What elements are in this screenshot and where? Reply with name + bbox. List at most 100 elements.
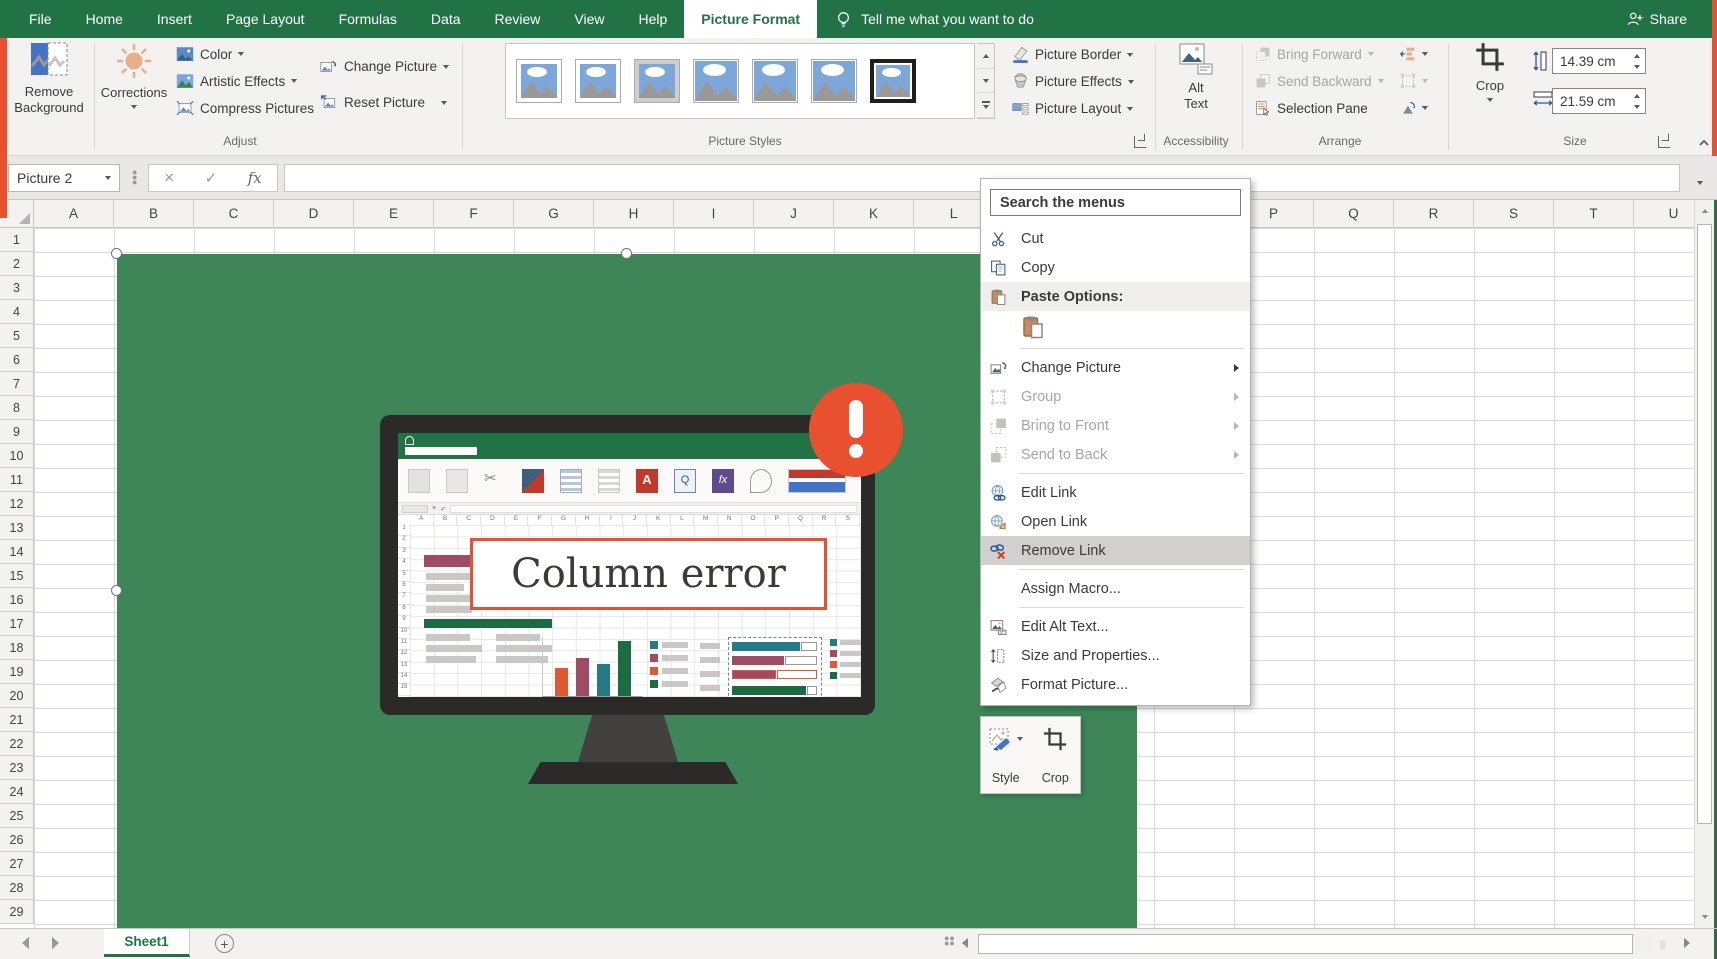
menu-item-copy[interactable]: Copy xyxy=(981,253,1250,282)
shape-height-input[interactable]: 14.39 cm xyxy=(1552,48,1646,74)
row-header-4[interactable]: 4 xyxy=(0,300,34,324)
row-header-16[interactable]: 16 xyxy=(0,588,34,612)
ribbon-tab-help[interactable]: Help xyxy=(622,0,685,38)
paste-option-keep-source-button[interactable] xyxy=(981,311,1250,344)
tab-splitter-gripper[interactable]: ●●●● xyxy=(944,936,955,946)
row-header-21[interactable]: 21 xyxy=(0,708,34,732)
ribbon-tab-page-layout[interactable]: Page Layout xyxy=(209,0,322,38)
row-header-22[interactable]: 22 xyxy=(0,732,34,756)
column-header-A[interactable]: A xyxy=(34,200,114,228)
menu-item-paste-options[interactable]: Paste Options: xyxy=(981,282,1250,311)
collapse-ribbon-button[interactable] xyxy=(1698,134,1710,148)
prev-sheet-button[interactable] xyxy=(22,937,29,949)
column-header-R[interactable]: R xyxy=(1394,200,1474,228)
horizontal-scrollbar-thumb[interactable] xyxy=(978,934,1633,954)
row-header-9[interactable]: 9 xyxy=(0,420,34,444)
alt-text-button[interactable]: Alt Text xyxy=(1168,42,1224,113)
ribbon-tab-insert[interactable]: Insert xyxy=(140,0,209,38)
row-header-29[interactable]: 29 xyxy=(0,900,34,924)
picture-border-button[interactable]: Picture Border xyxy=(1012,46,1133,63)
column-header-F[interactable]: F xyxy=(434,200,514,228)
row-header-15[interactable]: 15 xyxy=(0,564,34,588)
artistic-effects-button[interactable]: Artistic Effects xyxy=(176,73,297,89)
gallery-down-button[interactable] xyxy=(977,69,994,94)
row-header-17[interactable]: 17 xyxy=(0,612,34,636)
selection-handle-top-left[interactable] xyxy=(111,248,122,259)
ribbon-tab-view[interactable]: View xyxy=(557,0,621,38)
column-header-Q[interactable]: Q xyxy=(1314,200,1394,228)
row-header-10[interactable]: 10 xyxy=(0,444,34,468)
cancel-button[interactable]: × xyxy=(164,168,174,188)
picture-style-thumbnail-5[interactable] xyxy=(752,59,798,103)
hscroll-right-button[interactable] xyxy=(1684,938,1690,948)
row-header-12[interactable]: 12 xyxy=(0,492,34,516)
remove-background-button[interactable]: Remove Background xyxy=(8,42,90,117)
ribbon-tab-home[interactable]: Home xyxy=(69,0,140,38)
hscroll-left-button[interactable] xyxy=(962,938,968,948)
row-header-25[interactable]: 25 xyxy=(0,804,34,828)
column-header-S[interactable]: S xyxy=(1474,200,1554,228)
ribbon-tab-data[interactable]: Data xyxy=(414,0,478,38)
name-box[interactable]: Picture 2 xyxy=(8,164,120,192)
row-header-23[interactable]: 23 xyxy=(0,756,34,780)
menu-item-change-picture[interactable]: Change Picture xyxy=(981,353,1250,382)
width-spinner[interactable] xyxy=(1630,90,1643,112)
column-header-B[interactable]: B xyxy=(114,200,194,228)
picture-style-thumbnail-3[interactable] xyxy=(634,59,680,103)
enter-button[interactable]: ✓ xyxy=(205,169,218,187)
shape-width-input[interactable]: 21.59 cm xyxy=(1552,88,1646,114)
row-header-6[interactable]: 6 xyxy=(0,348,34,372)
menu-item-size-and-properties[interactable]: Size and Properties... xyxy=(981,641,1250,670)
expand-formula-bar-button[interactable] xyxy=(1697,172,1703,190)
menu-item-format-picture[interactable]: Format Picture... xyxy=(981,670,1250,699)
vertical-scrollbar-thumb[interactable] xyxy=(1697,224,1712,824)
row-header-3[interactable]: 3 xyxy=(0,276,34,300)
insert-function-button[interactable]: fx xyxy=(248,169,262,187)
row-header-20[interactable]: 20 xyxy=(0,684,34,708)
menu-search-input[interactable]: Search the menus xyxy=(990,189,1241,216)
picture-styles-dialog-launcher[interactable] xyxy=(1134,136,1146,148)
row-header-27[interactable]: 27 xyxy=(0,852,34,876)
row-header-13[interactable]: 13 xyxy=(0,516,34,540)
selection-pane-button[interactable]: Selection Pane xyxy=(1255,100,1368,116)
next-sheet-button[interactable] xyxy=(52,937,59,949)
row-header-19[interactable]: 19 xyxy=(0,660,34,684)
column-header-I[interactable]: I xyxy=(674,200,754,228)
row-header-28[interactable]: 28 xyxy=(0,876,34,900)
row-header-8[interactable]: 8 xyxy=(0,396,34,420)
mini-crop-button[interactable]: Crop xyxy=(1031,717,1081,793)
align-button[interactable] xyxy=(1400,46,1428,62)
gallery-up-button[interactable] xyxy=(977,44,994,69)
tell-me-box[interactable]: Tell me what you want to do xyxy=(817,0,1052,38)
picture-style-thumbnail-1[interactable] xyxy=(516,59,562,103)
corrections-button[interactable]: Corrections xyxy=(100,42,168,109)
row-header-7[interactable]: 7 xyxy=(0,372,34,396)
row-header-14[interactable]: 14 xyxy=(0,540,34,564)
column-header-G[interactable]: G xyxy=(514,200,594,228)
column-header-D[interactable]: D xyxy=(274,200,354,228)
picture-style-thumbnail-6[interactable] xyxy=(811,59,857,103)
mini-style-button[interactable]: Style xyxy=(981,717,1031,793)
menu-item-open-link[interactable]: Open Link xyxy=(981,507,1250,536)
row-header-24[interactable]: 24 xyxy=(0,780,34,804)
share-button[interactable]: Share xyxy=(1626,0,1687,38)
row-header-18[interactable]: 18 xyxy=(0,636,34,660)
picture-style-thumbnail-2[interactable] xyxy=(575,59,621,103)
height-spinner[interactable] xyxy=(1630,50,1643,72)
new-sheet-button[interactable]: + xyxy=(215,934,234,953)
color-button[interactable]: Color xyxy=(176,46,244,62)
size-dialog-launcher[interactable] xyxy=(1658,136,1670,148)
ribbon-tab-picture-format[interactable]: Picture Format xyxy=(684,0,817,38)
row-header-1[interactable]: 1 xyxy=(0,228,34,252)
menu-item-edit-alt-text[interactable]: Edit Alt Text... xyxy=(981,612,1250,641)
column-header-C[interactable]: C xyxy=(194,200,274,228)
ribbon-tab-review[interactable]: Review xyxy=(478,0,558,38)
compress-pictures-button[interactable]: Compress Pictures xyxy=(176,100,314,116)
picture-style-thumbnail-4[interactable] xyxy=(693,59,739,103)
rotate-button[interactable] xyxy=(1400,100,1428,116)
row-header-5[interactable]: 5 xyxy=(0,324,34,348)
sheet-tab-active[interactable]: Sheet1 xyxy=(104,929,190,957)
crop-button[interactable]: Crop xyxy=(1460,42,1520,102)
column-header-K[interactable]: K xyxy=(834,200,914,228)
gallery-more-button[interactable] xyxy=(977,93,994,118)
